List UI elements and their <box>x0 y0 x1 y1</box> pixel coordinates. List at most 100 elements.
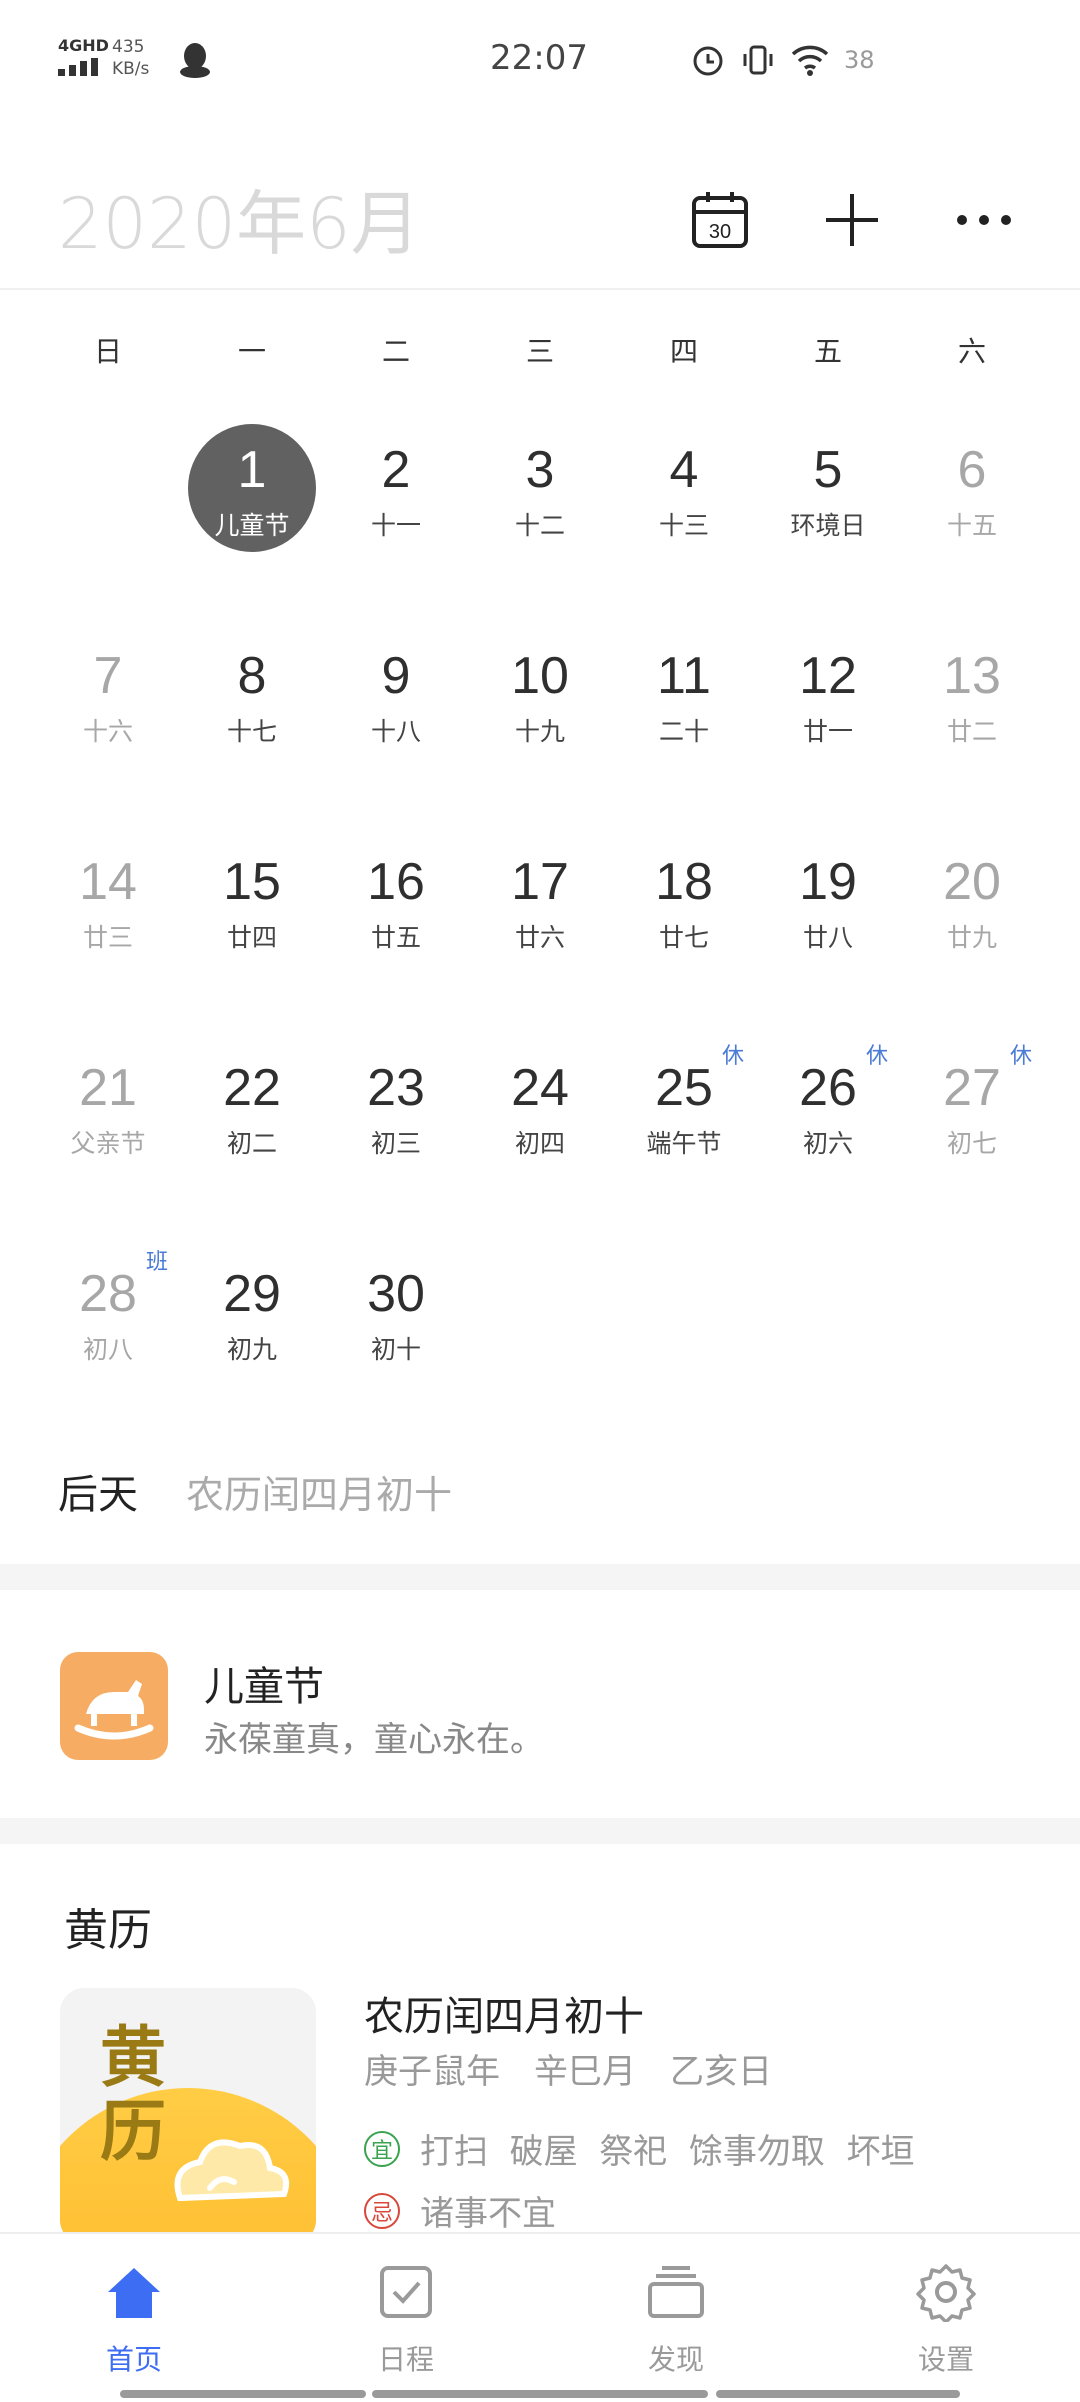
day-subtitle: 初九 <box>226 1335 277 1364</box>
day-subtitle: 二十 <box>658 717 709 746</box>
almanac-image-text: 黄 历 <box>100 2018 166 2170</box>
day-number: 16 <box>367 853 425 911</box>
day-subtitle: 十一 <box>370 511 421 540</box>
yi-badge: 宜 <box>364 2130 400 2167</box>
gesture-bar <box>120 2390 366 2398</box>
day-cell[interactable]: 23 初三 <box>324 1028 468 1218</box>
day-cell[interactable]: 2 十一 <box>324 410 468 600</box>
day-cell[interactable]: 4 十三 <box>612 410 756 600</box>
battery-level: 38 <box>844 46 875 74</box>
nav-discover[interactable]: 发现 <box>586 2234 766 2384</box>
nav-home[interactable]: 首页 <box>44 2234 224 2384</box>
weekday-label: 五 <box>813 335 842 368</box>
day-cell[interactable]: 15 廿四 <box>180 822 324 1012</box>
day-number: 19 <box>799 853 857 911</box>
day-number: 17 <box>511 853 569 911</box>
relative-day-label: 后天 <box>58 1472 138 1518</box>
weekday-label: 四 <box>669 335 698 368</box>
nav-label: 首页 <box>105 2343 162 2376</box>
nav-schedule[interactable]: 日程 <box>316 2234 496 2384</box>
almanac-ji-row: 忌 诸事不宜 <box>364 2186 556 2235</box>
day-subtitle: 初二 <box>226 1129 277 1158</box>
day-cell[interactable]: 17 廿六 <box>468 822 612 1012</box>
day-number: 20 <box>943 853 1001 911</box>
day-cell[interactable]: 24 初四 <box>468 1028 612 1218</box>
day-subtitle: 廿五 <box>370 923 421 952</box>
day-number: 6 <box>957 441 987 499</box>
day-subtitle: 环境日 <box>790 511 866 540</box>
day-subtitle: 初六 <box>802 1129 853 1158</box>
nav-settings[interactable]: 设置 <box>856 2234 1036 2384</box>
nav-label: 日程 <box>377 2343 434 2376</box>
day-number: 12 <box>799 647 857 705</box>
day-cell[interactable]: 12 廿一 <box>756 616 900 806</box>
day-cell[interactable]: 7 十六 <box>36 616 180 806</box>
alarm-icon <box>693 46 723 76</box>
day-cell[interactable]: 9 十八 <box>324 616 468 806</box>
day-cell[interactable]: 3 十二 <box>468 410 612 600</box>
day-number: 21 <box>79 1059 137 1117</box>
almanac-ji-text: 诸事不宜 <box>420 2194 556 2234</box>
day-cell[interactable]: 22 初二 <box>180 1028 324 1218</box>
network-speed: 435 KB/s <box>112 37 150 79</box>
day-cell[interactable]: 14 廿三 <box>36 822 180 1012</box>
qq-icon <box>180 43 210 78</box>
day-cell[interactable]: 21 父亲节 <box>36 1028 180 1218</box>
plus-icon <box>826 194 878 246</box>
day-subtitle: 父亲节 <box>70 1129 146 1158</box>
nav-label: 设置 <box>917 2343 974 2376</box>
day-cell[interactable]: 19 廿八 <box>756 822 900 1012</box>
bottom-nav: 首页 日程 发现 设置 <box>0 2232 1080 2402</box>
signal-icon <box>58 58 102 76</box>
day-cell[interactable]: 10 十九 <box>468 616 612 806</box>
almanac-lunar-date: 农历闰四月初十 <box>364 1994 644 2040</box>
day-cell[interactable]: 26 初六休 <box>756 1028 900 1218</box>
day-subtitle: 初十 <box>370 1335 421 1364</box>
day-subtitle: 廿三 <box>82 923 133 952</box>
day-cell[interactable]: 25 端午节休 <box>612 1028 756 1218</box>
day-subtitle: 端午节 <box>646 1129 722 1158</box>
add-event-button[interactable] <box>812 180 892 260</box>
day-cell[interactable]: 28 初八班 <box>36 1234 180 1424</box>
day-number: 14 <box>79 853 137 911</box>
day-number: 5 <box>813 441 843 499</box>
day-cell[interactable]: 30 初十 <box>324 1234 468 1424</box>
day-cell[interactable]: 5 环境日 <box>756 410 900 600</box>
more-dots-icon <box>957 215 1011 225</box>
day-number: 10 <box>511 647 569 705</box>
day-subtitle: 十五 <box>946 511 997 540</box>
section-divider <box>0 1818 1080 1844</box>
lunar-date-label: 农历闰四月初十 <box>186 1473 453 1517</box>
day-cell[interactable]: 27 初七休 <box>900 1028 1044 1218</box>
more-button[interactable] <box>944 180 1024 260</box>
day-cell-selected[interactable]: 1 儿童节 <box>180 410 324 600</box>
day-cell[interactable]: 16 廿五 <box>324 822 468 1012</box>
almanac-title: 黄历 <box>64 1905 152 1956</box>
day-number: 18 <box>655 853 713 911</box>
day-cell[interactable]: 18 廿七 <box>612 822 756 1012</box>
weekday-label: 日 <box>93 335 122 368</box>
day-cell[interactable]: 20 廿九 <box>900 822 1044 1012</box>
day-subtitle: 廿二 <box>946 717 997 746</box>
day-cell[interactable]: 29 初九 <box>180 1234 324 1424</box>
header-divider <box>0 288 1080 290</box>
day-cell[interactable]: 6 十五 <box>900 410 1044 600</box>
today-button[interactable]: 30 <box>680 180 760 260</box>
day-cell[interactable]: 8 十七 <box>180 616 324 806</box>
clock: 22:07 <box>490 38 588 78</box>
day-number: 2 <box>381 441 411 499</box>
weekday-header: 日 一 二 三 四 五 六 <box>0 330 1080 370</box>
day-subtitle: 廿九 <box>946 923 997 952</box>
weekday-label: 三 <box>525 335 554 368</box>
schedule-check-icon <box>380 2266 432 2318</box>
day-subtitle: 十九 <box>514 717 565 746</box>
day-cell[interactable]: 11 二十 <box>612 616 756 806</box>
section-divider <box>0 1564 1080 1590</box>
day-number: 30 <box>367 1265 425 1323</box>
month-title[interactable]: 2020年6月 <box>58 168 421 269</box>
day-number: 23 <box>367 1059 425 1117</box>
day-cell[interactable]: 13 廿二 <box>900 616 1044 806</box>
day-subtitle: 初七 <box>946 1129 997 1158</box>
gesture-bar <box>716 2390 960 2398</box>
day-subtitle: 初四 <box>514 1129 565 1158</box>
